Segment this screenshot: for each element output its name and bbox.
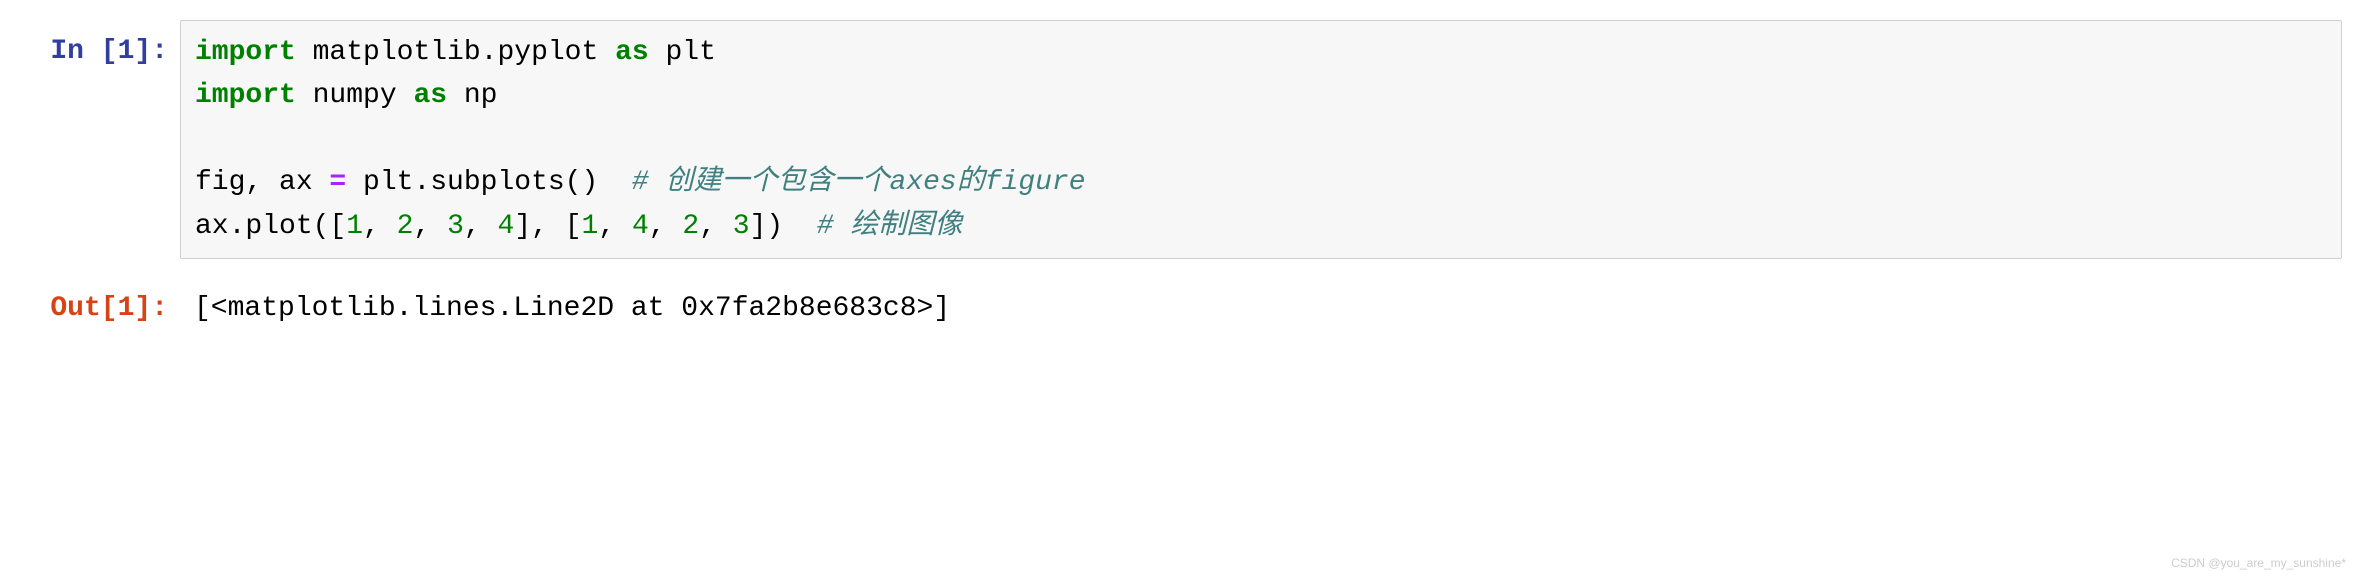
code-text: ]) [750,211,817,242]
code-text: plt [649,37,716,68]
output-text: [<matplotlib.lines.Line2D at 0x7fa2b8e68… [194,287,2342,330]
number: 4 [632,211,649,242]
output-area: [<matplotlib.lines.Line2D at 0x7fa2b8e68… [180,287,2356,330]
code-content: import matplotlib.pyplot as plt import n… [195,31,2327,248]
code-text: , [598,211,632,242]
comment: # 绘制图像 [817,211,963,242]
code-text: ax.plot([ [195,211,346,242]
code-text: ], [ [514,211,581,242]
code-text: matplotlib.pyplot [296,37,615,68]
code-text: np [447,80,497,111]
keyword-as: as [413,80,447,111]
number: 2 [397,211,414,242]
code-editor[interactable]: import matplotlib.pyplot as plt import n… [180,20,2342,259]
comment: # 创建一个包含一个axes的figure [632,167,1086,198]
number: 4 [498,211,515,242]
number: 3 [733,211,750,242]
keyword-import: import [195,80,296,111]
output-prompt: Out[1]: [0,287,180,330]
number: 2 [682,211,699,242]
number: 1 [346,211,363,242]
code-text: , [464,211,498,242]
code-text: plt.subplots() [346,167,632,198]
code-text: , [699,211,733,242]
code-text: , [649,211,683,242]
output-cell: Out[1]: [<matplotlib.lines.Line2D at 0x7… [0,287,2356,330]
code-text: , [363,211,397,242]
keyword-as: as [615,37,649,68]
code-text: , [413,211,447,242]
code-text: fig, ax [195,167,329,198]
input-prompt: In [1]: [0,20,180,73]
keyword-import: import [195,37,296,68]
number: 1 [582,211,599,242]
number: 3 [447,211,464,242]
input-cell: In [1]: import matplotlib.pyplot as plt … [0,20,2356,259]
watermark: CSDN @you_are_my_sunshine* [2171,556,2346,570]
operator: = [329,167,346,198]
code-text: numpy [296,80,414,111]
